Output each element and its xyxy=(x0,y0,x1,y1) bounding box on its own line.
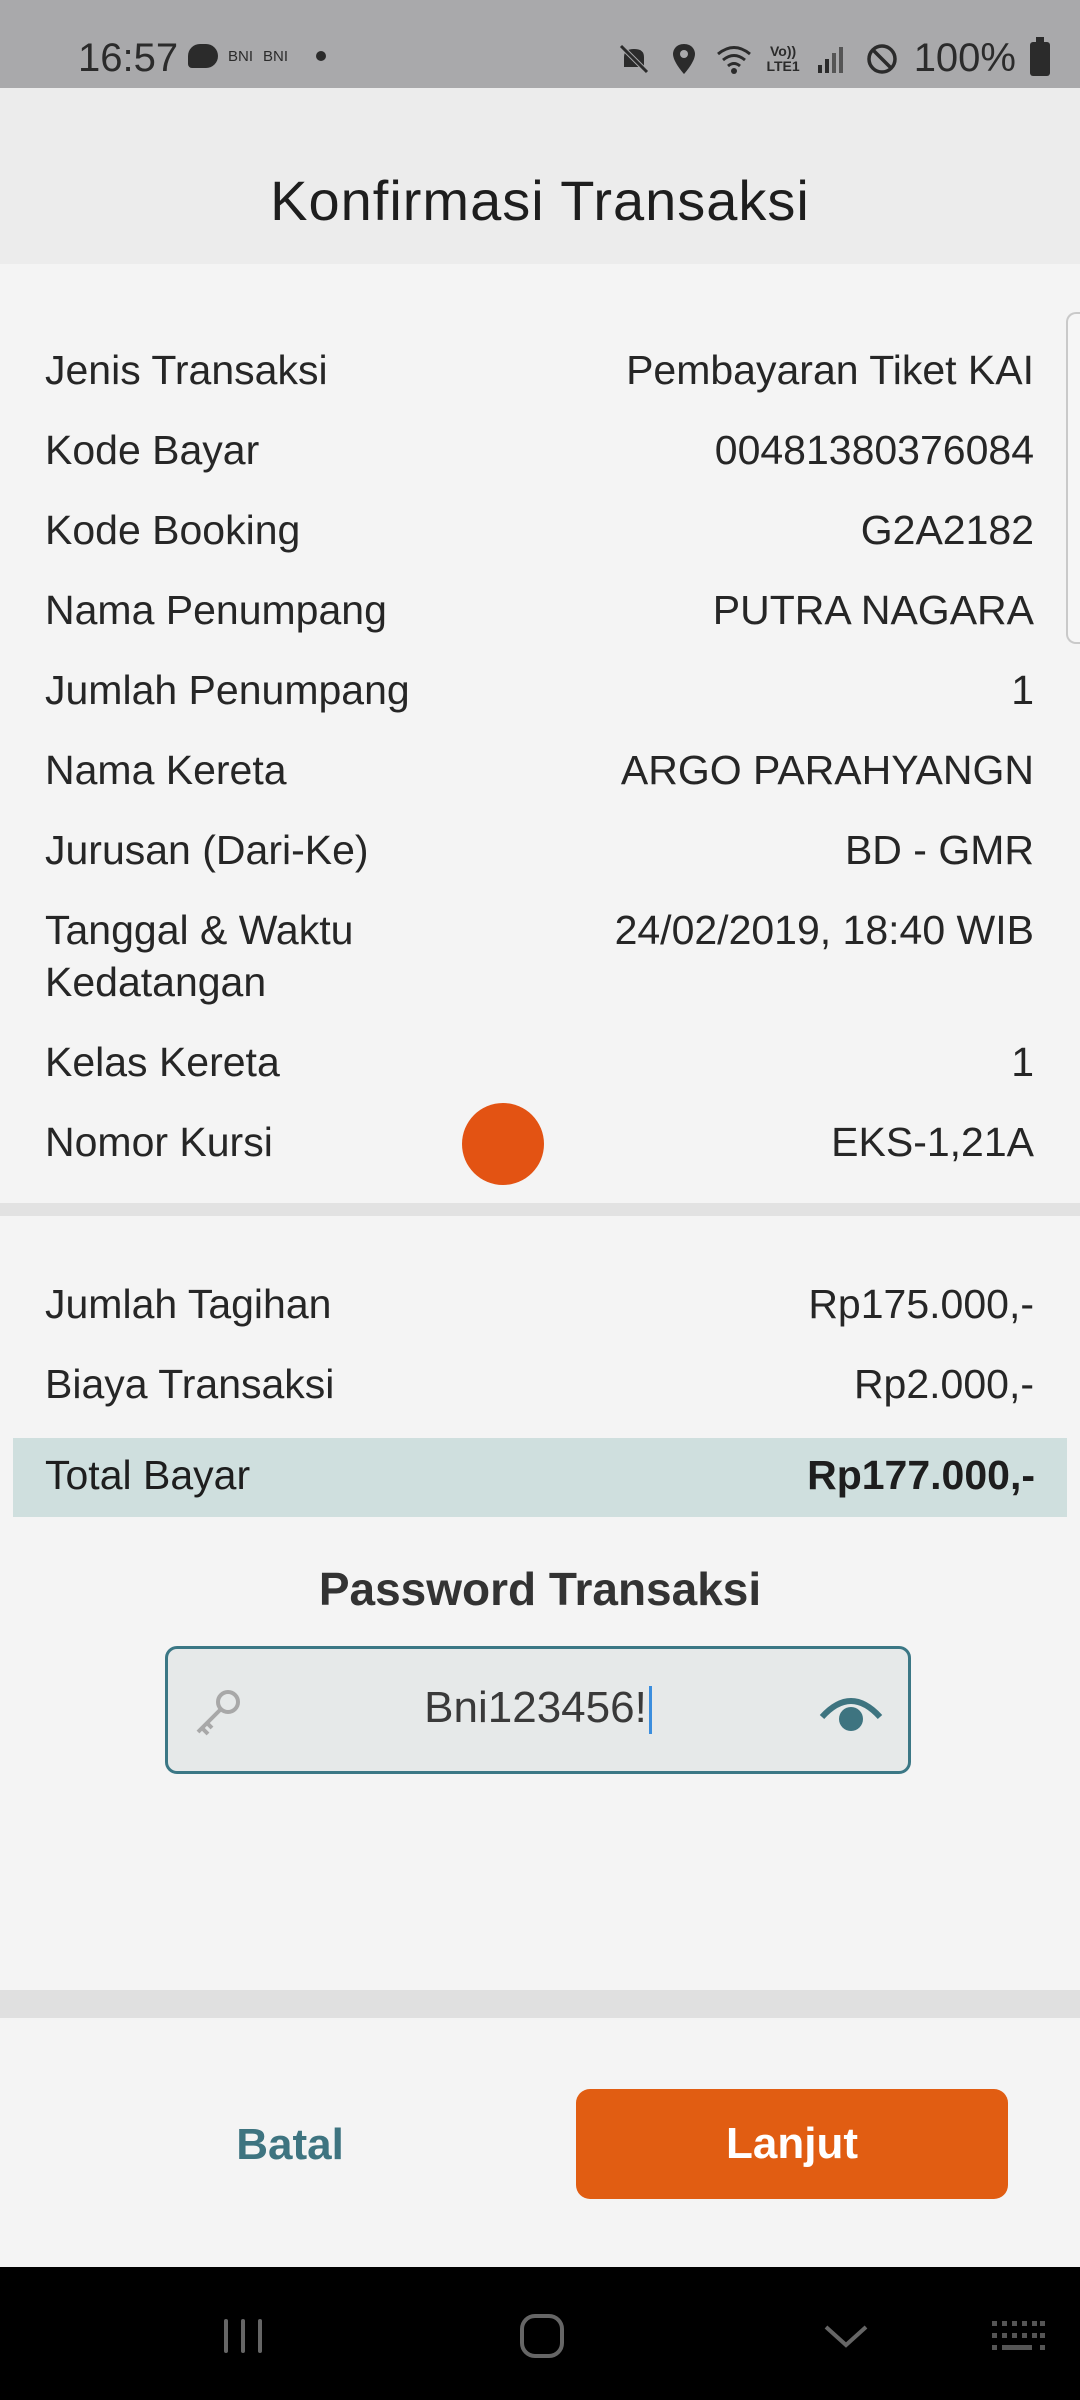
recent-apps-icon[interactable] xyxy=(220,2315,266,2357)
detail-label: Nomor Kursi xyxy=(45,1119,273,1165)
total-label: Total Bayar xyxy=(45,1452,251,1498)
detail-row-jurusan: Jurusan (Dari-Ke) BD - GMR xyxy=(45,824,1034,884)
detail-row-jumlah-penumpang: Jumlah Penumpang 1 xyxy=(45,664,1034,724)
detail-row-nama-kereta: Nama Kereta ARGO PARAHYANGN xyxy=(45,744,1034,804)
bni-notification-icon: BNI xyxy=(263,47,289,65)
detail-value: ARGO PARAHYANGN xyxy=(620,747,1034,793)
text-cursor xyxy=(648,1686,652,1735)
billing-value: Rp2.000,- xyxy=(853,1361,1034,1407)
detail-label: Jumlah Penumpang xyxy=(45,667,410,713)
password-value: Bni123456! xyxy=(168,1683,908,1735)
detail-row-kode-booking: Kode Booking G2A2182 xyxy=(45,504,1034,564)
volte-icon: Vo)) LTE1 xyxy=(766,42,800,74)
location-icon xyxy=(673,43,696,74)
detail-label: Nama Penumpang xyxy=(45,587,387,633)
detail-value: BD - GMR xyxy=(844,827,1034,873)
detail-value: G2A2182 xyxy=(860,507,1034,553)
home-icon[interactable] xyxy=(518,2312,566,2360)
bni-notification-icon: BNI xyxy=(228,47,254,65)
system-icons: Vo)) LTE1 100% xyxy=(616,36,1050,81)
page-title: Konfirmasi Transaksi xyxy=(270,169,810,232)
section-divider xyxy=(0,1990,1080,2018)
detail-value: EKS-1,21A xyxy=(831,1119,1034,1165)
back-chevron-icon[interactable] xyxy=(822,2321,870,2351)
billing-label: Biaya Transaksi xyxy=(45,1361,335,1407)
cancel-button[interactable]: Batal xyxy=(140,2090,440,2200)
detail-value: 1 xyxy=(1011,1039,1034,1085)
mute-icon xyxy=(619,43,650,74)
detail-row-jenis-transaksi: Jenis Transaksi Pembayaran Tiket KAI xyxy=(45,344,1034,404)
detail-label: Kode Booking xyxy=(45,507,301,553)
wifi-icon xyxy=(717,45,752,74)
detail-label: Tanggal & Waktu Kedatangan xyxy=(45,907,354,1005)
status-bar: 16:57 BNI BNI Vo)) LTE1 100% xyxy=(0,0,1080,88)
show-password-eye-icon[interactable] xyxy=(818,1687,884,1739)
billing-value: Rp175.000,- xyxy=(808,1281,1034,1327)
continue-button[interactable]: Lanjut xyxy=(576,2089,1008,2199)
detail-row-kode-bayar: Kode Bayar 00481380376084 xyxy=(45,424,1034,484)
detail-row-kelas-kereta: Kelas Kereta 1 xyxy=(45,1036,1034,1096)
detail-label: Jurusan (Dari-Ke) xyxy=(45,827,369,873)
billing-row-biaya-transaksi: Biaya Transaksi Rp2.000,- xyxy=(45,1358,1034,1418)
detail-row-nama-penumpang: Nama Penumpang PUTRA NAGARA xyxy=(45,584,1034,644)
detail-label: Jenis Transaksi xyxy=(45,347,328,393)
notification-icons: BNI BNI xyxy=(188,44,327,68)
detail-value: PUTRA NAGARA xyxy=(712,587,1034,633)
screen-header: Konfirmasi Transaksi xyxy=(0,88,1080,264)
section-divider xyxy=(0,1203,1080,1216)
transaction-password-input[interactable]: Bni123456! xyxy=(165,1646,911,1774)
detail-label: Nama Kereta xyxy=(45,747,287,793)
detail-value: 00481380376084 xyxy=(714,427,1034,473)
detail-value: 24/02/2019, 18:40 WIB xyxy=(614,907,1034,953)
detail-row-tanggal-waktu: Tanggal & Waktu Kedatangan 24/02/2019, 1… xyxy=(45,904,1034,1010)
edge-panel-handle[interactable] xyxy=(1066,312,1080,644)
keyboard-icon[interactable] xyxy=(990,2319,1046,2353)
status-time: 16:57 xyxy=(78,36,179,80)
do-not-disturb-icon xyxy=(866,43,897,74)
detail-value: Pembayaran Tiket KAI xyxy=(626,347,1034,393)
password-title: Password Transaksi xyxy=(318,1563,762,1615)
signal-icon xyxy=(817,46,843,73)
battery-icon xyxy=(1030,36,1050,76)
billing-label: Jumlah Tagihan xyxy=(45,1281,332,1327)
detail-label: Kelas Kereta xyxy=(45,1039,280,1085)
detail-value: 1 xyxy=(1011,667,1034,713)
total-row: Total Bayar Rp177.000,- xyxy=(13,1438,1067,1517)
total-value: Rp177.000,- xyxy=(807,1452,1035,1498)
more-notifications-dot xyxy=(316,51,327,61)
battery-percentage: 100% xyxy=(913,36,1016,80)
billing-row-jumlah-tagihan: Jumlah Tagihan Rp175.000,- xyxy=(45,1278,1034,1338)
detail-label: Kode Bayar xyxy=(45,427,260,473)
touch-indicator xyxy=(462,1103,544,1185)
system-navigation-bar xyxy=(0,2267,1080,2400)
chat-bubble-icon xyxy=(188,44,218,68)
